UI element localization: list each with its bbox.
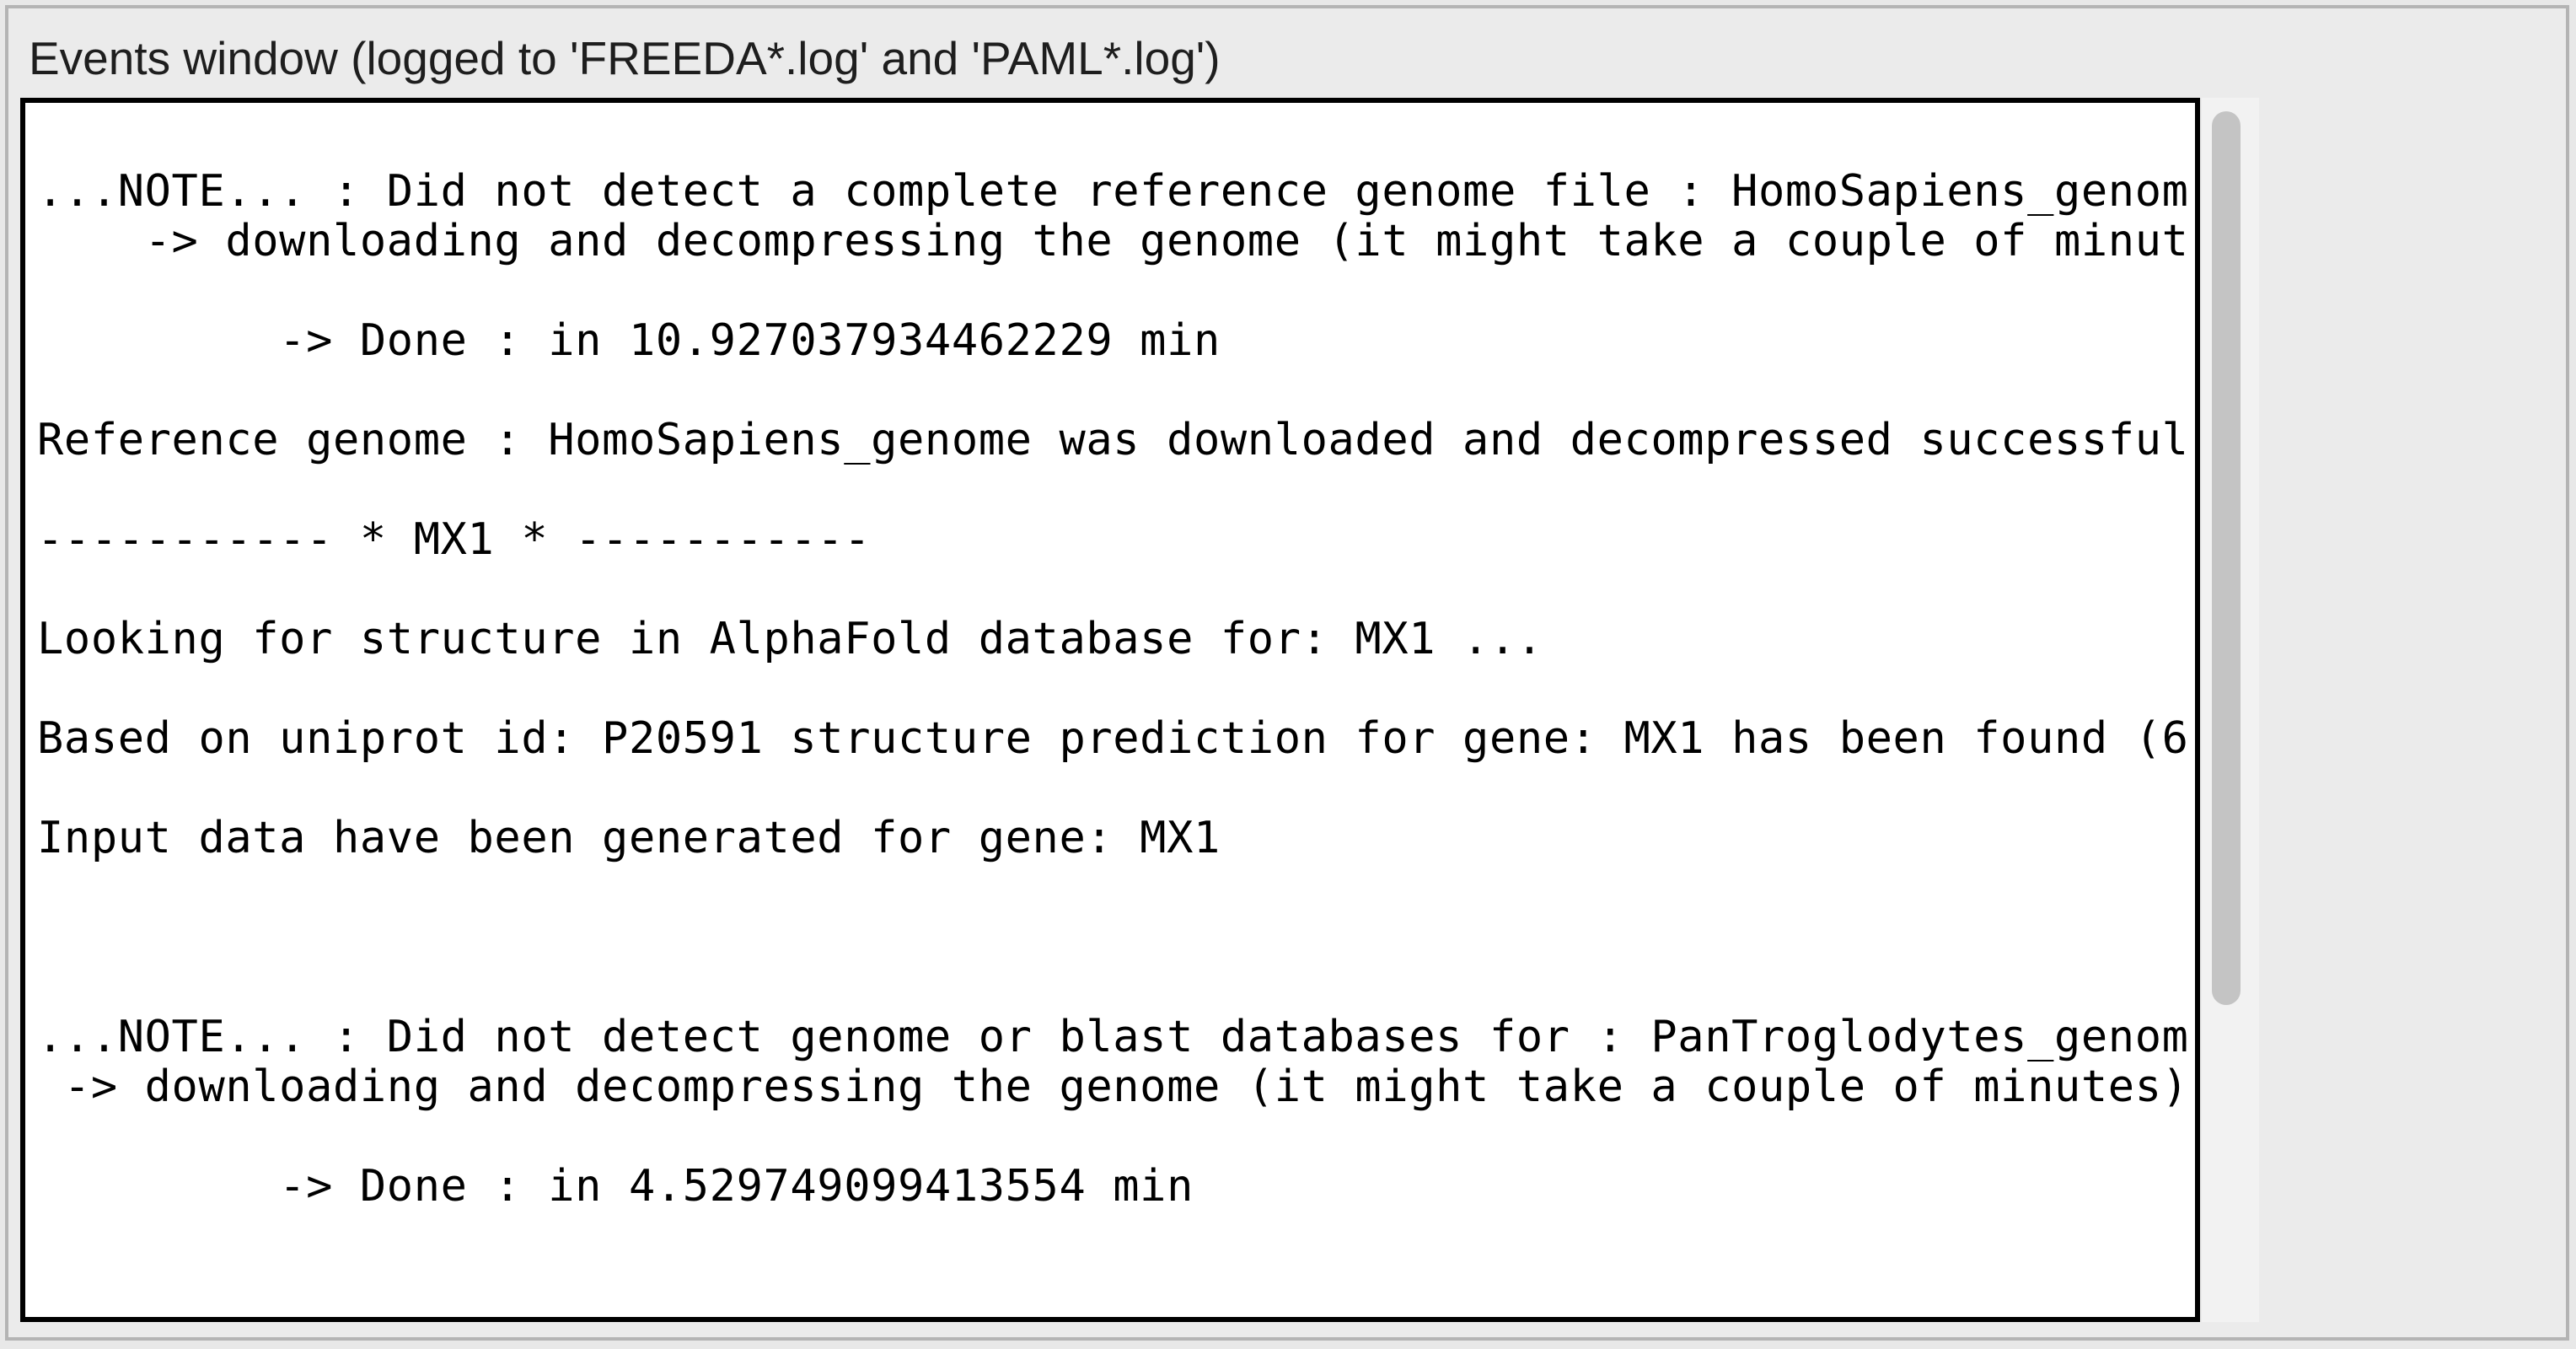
log-line: ----------- * MX1 * -----------	[37, 514, 872, 565]
log-line: -> downloading and decompressing the gen…	[37, 216, 2189, 266]
events-log-text-area[interactable]: ...NOTE... : Did not detect a complete r…	[20, 98, 2200, 1322]
scrollbar-thumb[interactable]	[2212, 111, 2241, 1005]
log-line: ...NOTE... : Did not detect genome or bl…	[37, 1012, 2189, 1062]
events-window-title: Events window (logged to 'FREEDA*.log' a…	[29, 32, 1221, 84]
events-log-content: ...NOTE... : Did not detect a complete r…	[37, 167, 2189, 1212]
log-line: -> downloading and decompressing the gen…	[37, 1061, 2189, 1112]
log-line: Input data have been generated for gene:…	[37, 813, 1221, 863]
log-line: -> Done : in 4.529749099413554 min	[37, 1161, 1194, 1212]
log-line: Looking for structure in AlphaFold datab…	[37, 614, 1543, 664]
vertical-scrollbar[interactable]	[2202, 98, 2259, 1322]
log-line: Reference genome : HomoSapiens_genome wa…	[37, 415, 2189, 465]
log-line: -> Done : in 10.927037934462229 min	[37, 315, 1221, 366]
log-line: Based on uniprot id: P20591 structure pr…	[37, 713, 2189, 764]
log-line: ...NOTE... : Did not detect a complete r…	[37, 166, 2189, 217]
